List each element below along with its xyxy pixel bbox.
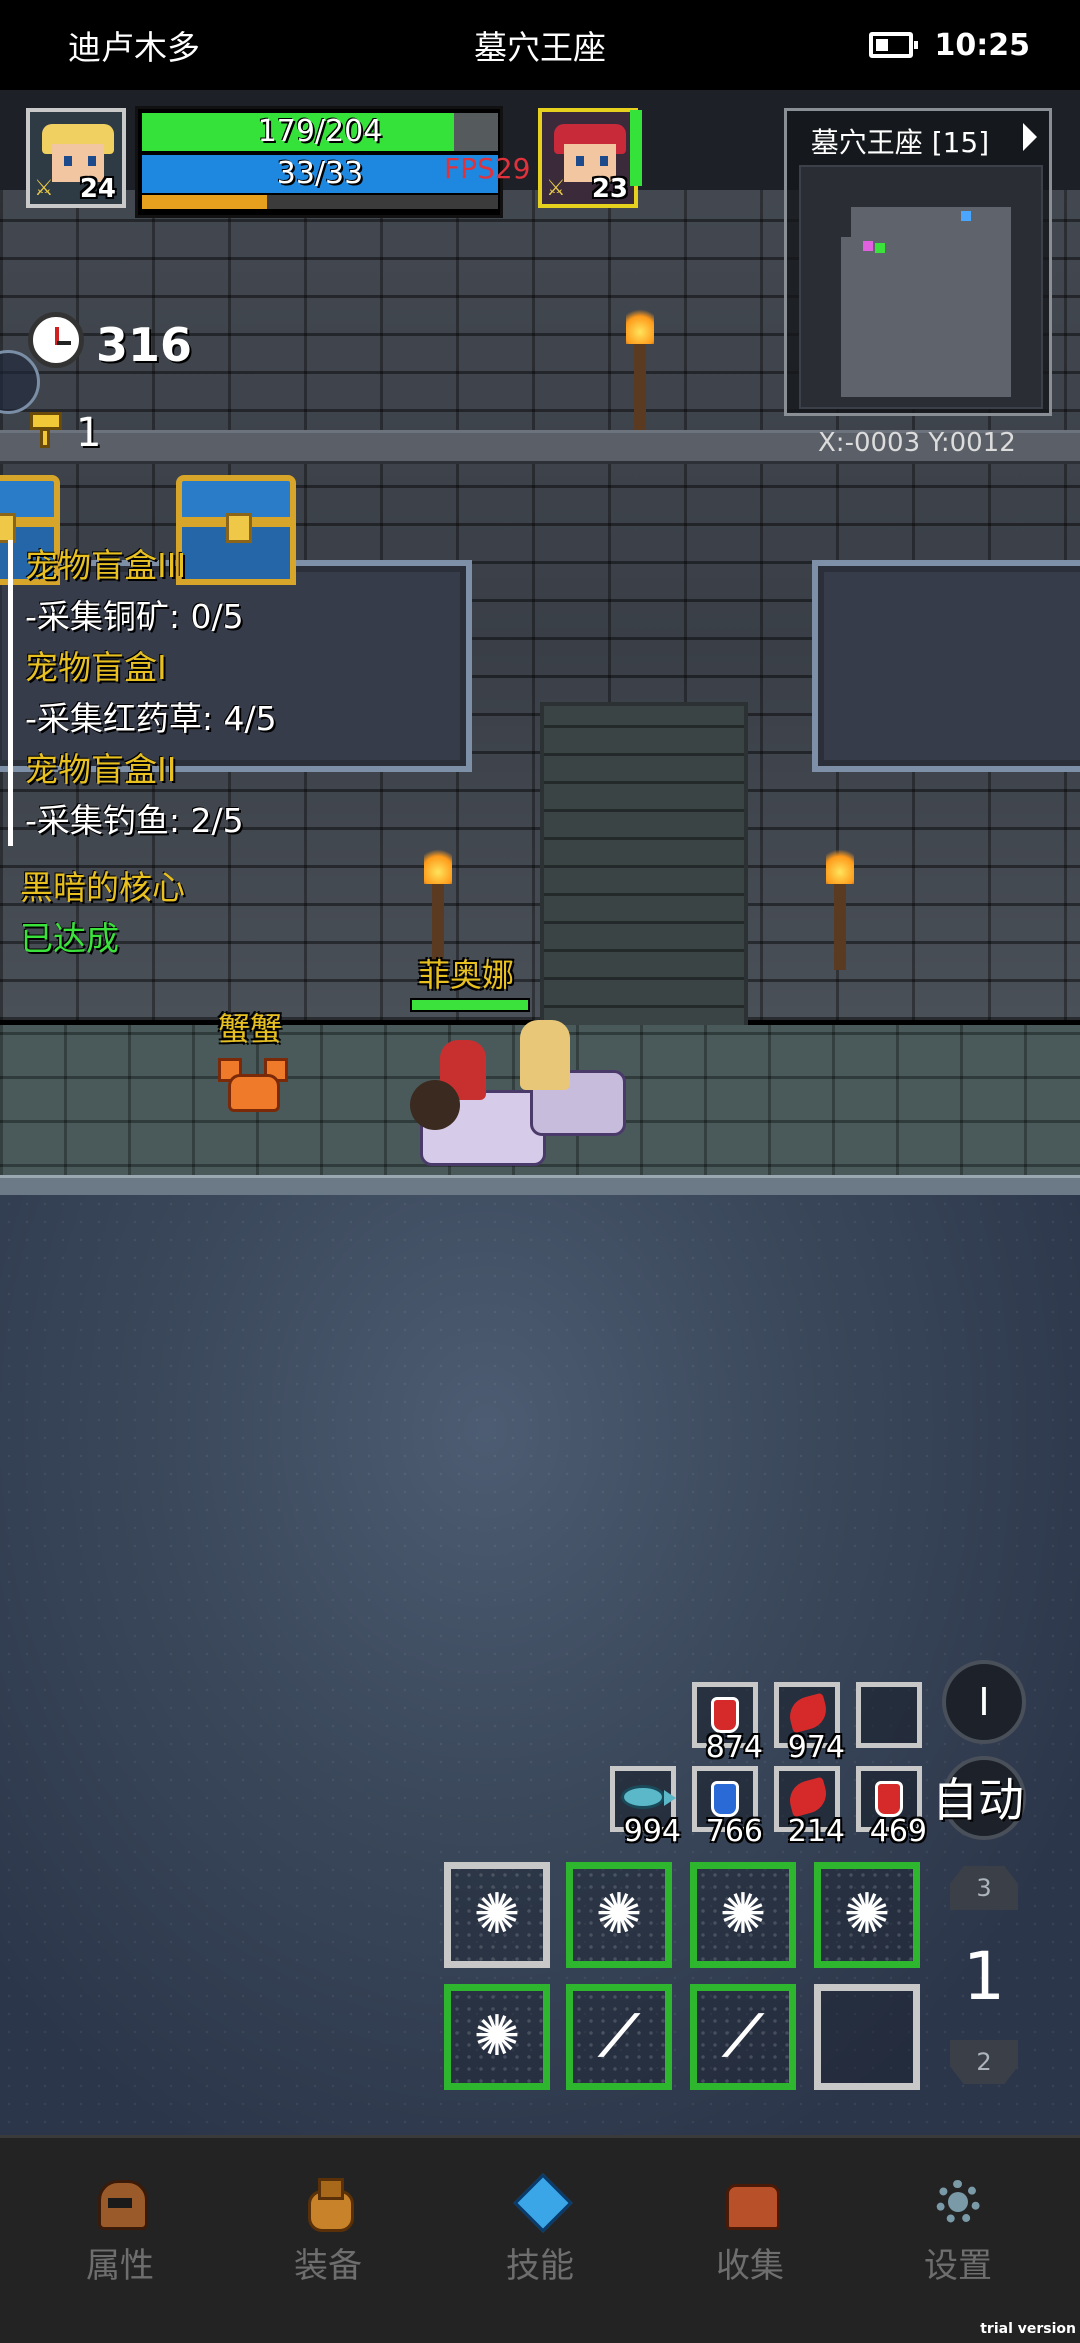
nav-collection[interactable]: 收集 <box>690 2174 810 2287</box>
blade-slash-icon: ⟋ <box>723 2004 763 2069</box>
sword-slash-icon: ⟋ <box>599 2004 639 2069</box>
nav-skills[interactable]: 技能 <box>480 2173 600 2287</box>
quest-log-extra[interactable]: 黑暗的核心 已达成 <box>8 862 185 964</box>
red-potion-icon <box>875 1781 903 1817</box>
skill-slot[interactable]: ✺ <box>690 1862 796 1968</box>
monster-skill-icon: ✺ <box>843 1882 891 1947</box>
timer-value: 316 <box>96 318 193 372</box>
wall-panel-right <box>812 560 1080 772</box>
minimap[interactable]: 墓穴王座 [15] <box>784 108 1052 416</box>
companion-hp-bar <box>630 110 642 186</box>
key-icon <box>30 412 62 448</box>
clock-icon <box>28 312 84 368</box>
red-herb-icon <box>785 1776 831 1818</box>
nav-equipment[interactable]: 装备 <box>268 2174 388 2287</box>
page-up-button[interactable]: 3 <box>950 1866 1018 1910</box>
nav-attributes[interactable]: 属性 <box>60 2174 180 2287</box>
enemy-name: 蟹蟹 <box>218 1010 283 1048</box>
item-slot[interactable]: 469 <box>856 1766 927 1849</box>
sword-icon: ⚔ <box>34 176 54 201</box>
item-slot-empty[interactable] <box>856 1682 922 1748</box>
auto-button-label[interactable]: 自动 <box>932 1764 1024 1830</box>
player-marker-icon <box>875 243 885 253</box>
skill-slot[interactable]: ✺ <box>444 1984 550 2090</box>
page-down-button[interactable]: 2 <box>950 2040 1018 2084</box>
pause-button[interactable]: I <box>942 1660 1026 1744</box>
hero-hp-bar <box>410 998 530 1012</box>
crab-enemy[interactable] <box>218 1058 288 1114</box>
nav-settings[interactable]: 设置 <box>898 2174 1018 2287</box>
enemy-marker-icon <box>863 241 873 251</box>
fps-counter: FPS29 <box>444 152 531 185</box>
monster-skill-icon: ✺ <box>719 1882 767 1947</box>
monster-skill-icon: ✺ <box>595 1882 643 1947</box>
item-slot[interactable]: 994 <box>610 1766 681 1849</box>
status-right: 10:25 <box>868 27 1031 63</box>
clock-time: 10:25 <box>934 27 1031 63</box>
minimap-title: 墓穴王座 [15] <box>810 126 990 159</box>
item-slot[interactable]: 874 <box>692 1682 763 1765</box>
quest-title: 黑暗的核心 <box>20 868 185 907</box>
hero-sprite <box>520 1020 570 1090</box>
player-level: 24 <box>79 174 116 204</box>
skill-slot[interactable]: ✺ <box>444 1862 550 1968</box>
skill-slot-empty[interactable] <box>814 1984 920 2090</box>
quest-title: 宠物盲盒III <box>25 546 187 585</box>
quest-objective: -采集红药草: 4/5 <box>25 699 277 738</box>
sword-icon: ⚔ <box>546 176 566 201</box>
quest-objective: -采集钓鱼: 2/5 <box>25 801 244 840</box>
gem-icon <box>510 2173 573 2233</box>
torch-icon <box>626 304 654 430</box>
quest-objective: -采集铜矿: 0/5 <box>25 597 244 636</box>
blue-potion-icon <box>711 1781 739 1817</box>
expand-arrow-icon[interactable] <box>1023 123 1037 151</box>
hp-bar: 179/204 <box>142 113 498 151</box>
companion-level: 23 <box>591 174 628 204</box>
chest-icon <box>720 2174 780 2230</box>
monster-skill-icon: ✺ <box>473 2004 521 2069</box>
quest-status: 已达成 <box>20 919 119 958</box>
quest-title: 宠物盲盒II <box>25 750 177 789</box>
item-slot[interactable]: 214 <box>774 1766 845 1849</box>
red-herb-icon <box>785 1692 831 1734</box>
fish-icon <box>621 1785 676 1809</box>
monster-skill-icon: ✺ <box>473 1882 521 1947</box>
helmet-icon <box>90 2174 150 2230</box>
gear-icon <box>928 2174 988 2230</box>
skill-slot[interactable]: ✺ <box>814 1862 920 1968</box>
skill-slot[interactable]: ⟋ <box>566 1984 672 2090</box>
minimap-view <box>799 165 1043 409</box>
status-bar: 迪卢木多 墓穴王座 10:25 <box>0 0 1080 90</box>
key-count: 1 <box>76 410 102 456</box>
skill-page-number: 1 <box>963 1938 1005 2015</box>
trial-watermark: trial version <box>980 2321 1076 2337</box>
skill-slot[interactable]: ⟋ <box>690 1984 796 2090</box>
doorway <box>540 702 748 1040</box>
skill-slot[interactable]: ✺ <box>566 1862 672 1968</box>
bag-icon <box>298 2174 358 2232</box>
item-slot[interactable]: 766 <box>692 1766 763 1849</box>
battery-icon <box>868 32 918 58</box>
item-slot[interactable]: 974 <box>774 1682 845 1765</box>
bottom-navigation: 属性 装备 技能 收集 设置 trial version <box>0 2135 1080 2343</box>
companion-portrait[interactable]: ⚔ 23 <box>538 108 638 208</box>
quest-title: 宠物盲盒I <box>25 648 167 687</box>
hp-text: 179/204 <box>257 114 383 149</box>
map-coordinates: X:-0003 Y:0012 <box>818 428 1016 458</box>
torch-icon <box>826 844 854 970</box>
xp-bar <box>142 195 498 209</box>
exit-marker-icon <box>961 211 971 221</box>
player-portrait[interactable]: ⚔ 24 <box>26 108 126 208</box>
quest-log[interactable]: 宠物盲盒III -采集铜矿: 0/5 宠物盲盒I -采集红药草: 4/5 宠物盲… <box>8 540 433 846</box>
shield-sprite <box>410 1080 460 1130</box>
red-potion-icon <box>711 1697 739 1733</box>
hero-name: 菲奥娜 <box>418 956 515 994</box>
